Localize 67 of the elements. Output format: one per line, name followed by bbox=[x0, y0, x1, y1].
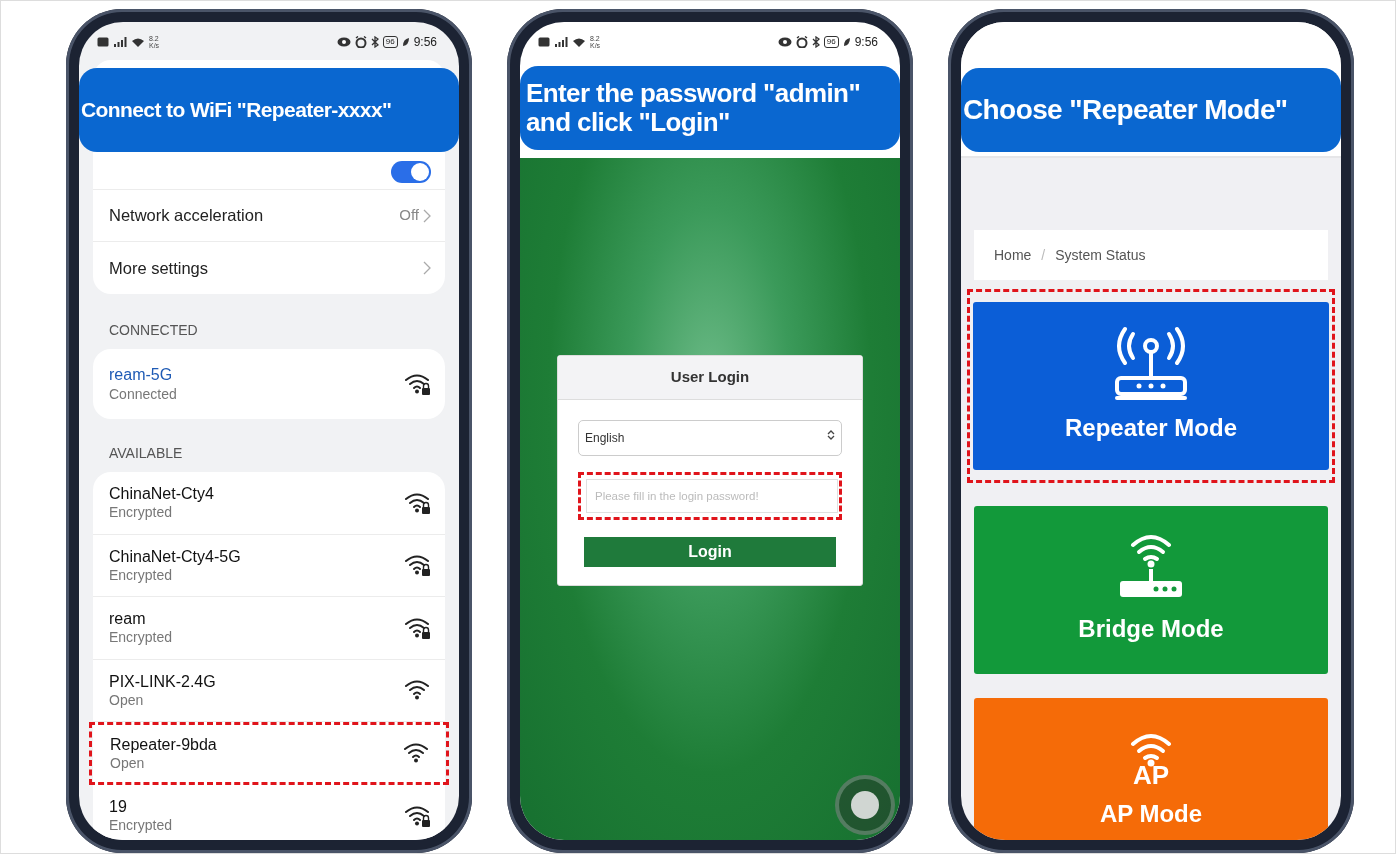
network-status: Encrypted bbox=[109, 565, 174, 584]
section-header: AVAILABLE bbox=[108, 444, 184, 463]
breadcrumb-item: System Status bbox=[1055, 245, 1146, 265]
network-name: ChinaNet-Cty4-5G bbox=[109, 546, 241, 566]
network-status: Connected bbox=[109, 384, 177, 403]
mode-label: Repeater Mode bbox=[1064, 413, 1237, 443]
mode-label: Bridge Mode bbox=[1078, 614, 1224, 644]
floating-button[interactable] bbox=[835, 775, 895, 835]
bluetooth-icon bbox=[370, 36, 379, 48]
network-item[interactable]: ream-5G Connected bbox=[93, 349, 445, 419]
instruction-banner: Connect to WiFi "Repeater-xxxx" bbox=[79, 68, 459, 152]
section-header: CONNECTED bbox=[108, 321, 199, 340]
network-item[interactable]: 19 Encrypted bbox=[93, 784, 445, 840]
toggle-switch[interactable] bbox=[391, 161, 431, 183]
mode-tile[interactable]: Repeater Mode bbox=[973, 302, 1329, 470]
eye-icon bbox=[777, 37, 792, 47]
signal-icon bbox=[554, 37, 568, 47]
wifi-icon bbox=[572, 36, 586, 48]
battery-level: 96 bbox=[382, 36, 398, 48]
network-item[interactable]: ChinaNet-Cty4-5G Encrypted bbox=[93, 534, 445, 597]
sim-card-icon bbox=[538, 37, 550, 47]
network-name: Repeater-9bda bbox=[110, 734, 217, 754]
network-status: Encrypted bbox=[109, 816, 173, 835]
network-item[interactable]: PIX-LINK-2.4G Open bbox=[93, 659, 445, 722]
network-name: ream-5G bbox=[109, 365, 174, 385]
sim-card-icon bbox=[97, 37, 109, 47]
battery-level: 96 bbox=[823, 36, 839, 48]
wifi-icon bbox=[131, 36, 145, 48]
instruction-banner: Enter the password "admin" and click "Login" bbox=[520, 66, 900, 150]
network-item[interactable]: Repeater-9bda Open bbox=[89, 722, 449, 785]
setting-value: Off bbox=[399, 205, 419, 226]
mode-tile[interactable]: Bridge Mode bbox=[974, 506, 1328, 674]
password-field[interactable]: Please fill in the login password! bbox=[586, 478, 838, 513]
network-status: Encrypted bbox=[109, 503, 174, 522]
breadcrumb-item[interactable]: Home bbox=[994, 244, 1032, 266]
chevron-right-icon bbox=[423, 208, 431, 223]
signal-icon bbox=[113, 37, 127, 47]
network-status: Open bbox=[109, 690, 145, 709]
alarm-clock-icon bbox=[795, 36, 808, 48]
login-button[interactable]: Login bbox=[584, 536, 836, 567]
network-name: 19 bbox=[109, 797, 128, 817]
updown-arrows-icon bbox=[827, 428, 835, 441]
mode-label: AP Mode bbox=[1099, 799, 1203, 829]
leaf-icon bbox=[842, 37, 851, 47]
network-status: Open bbox=[110, 753, 146, 772]
status-time: 9:56 bbox=[413, 34, 437, 51]
breadcrumb-separator: / bbox=[1041, 245, 1046, 265]
network-name: ChinaNet-Cty4 bbox=[109, 484, 214, 504]
network-name: PIX-LINK-2.4G bbox=[109, 671, 216, 691]
chevron-right-icon bbox=[423, 261, 431, 275]
settings-item[interactable]: More settings bbox=[93, 242, 445, 294]
network-name: ream bbox=[109, 609, 147, 629]
ap-label: AP bbox=[1132, 762, 1170, 788]
eye-icon bbox=[336, 37, 351, 47]
setting-label: More settings bbox=[109, 257, 209, 279]
status-time: 9:56 bbox=[854, 34, 878, 51]
language-select[interactable]: English bbox=[578, 419, 842, 456]
alarm-clock-icon bbox=[354, 36, 367, 48]
settings-item[interactable]: Network acceleration Off bbox=[93, 190, 445, 242]
leaf-icon bbox=[401, 37, 410, 47]
network-status: Encrypted bbox=[109, 628, 173, 647]
bluetooth-icon bbox=[811, 36, 820, 48]
setting-label: Network acceleration bbox=[109, 205, 264, 227]
network-item[interactable]: ChinaNet-Cty4 Encrypted bbox=[93, 472, 445, 535]
instruction-banner: Choose "Repeater Mode" bbox=[961, 68, 1341, 152]
card-title: User Login bbox=[558, 356, 862, 400]
network-item[interactable]: ream Encrypted bbox=[93, 597, 445, 660]
